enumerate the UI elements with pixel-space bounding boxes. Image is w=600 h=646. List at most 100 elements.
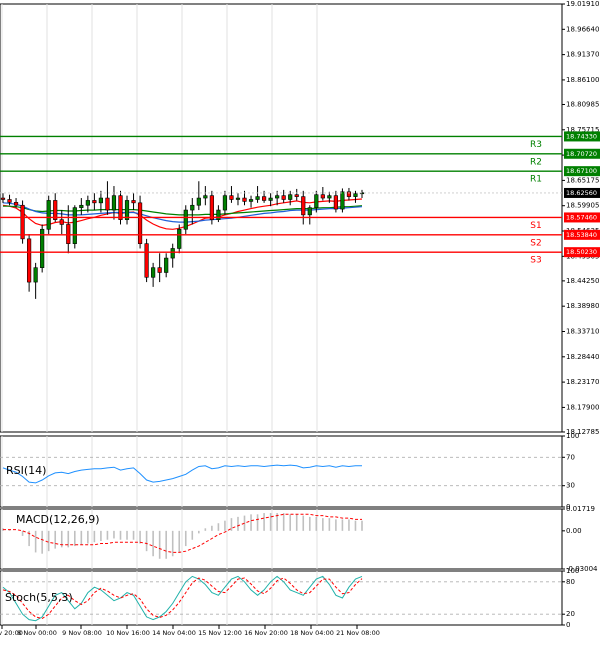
candle-body [111,195,117,211]
rsi-panel: 10070300RSI(14) [0,432,579,511]
x-tick-label: 16 Nov 20:00 [244,629,288,637]
candle-body [190,204,195,211]
stoch-ytick-label: 0 [566,621,570,629]
candle-body [261,196,267,201]
candle-body [105,197,110,211]
candle-body [327,195,332,199]
rsi-ytick-label: 100 [566,432,579,440]
candle-body [170,248,175,259]
x-tick-label: 18 Nov 04:00 [290,629,334,637]
x-tick-label: 10 Nov 16:00 [106,629,150,637]
candle-body [314,194,319,208]
x-tick-label: 21 Nov 08:00 [336,629,380,637]
candle-body [216,209,221,220]
price-ytick-label: 18.38980 [566,302,599,310]
candle-body [255,196,260,200]
price-ytick-label: 18.17900 [566,403,599,411]
price-ytick-label: 18.80985 [566,100,599,108]
pivot-level-tag-text: 18.74330 [566,132,597,140]
price-ytick-label: 19.01910 [566,0,599,8]
rsi-title: RSI(14) [6,464,46,477]
pivot-level-label: S3 [530,256,541,266]
x-tick-label: 9 Nov 08:00 [62,629,102,637]
candle-body [275,195,280,199]
price-ytick-label: 18.59905 [566,202,599,210]
pivot-level-label: S1 [530,221,541,231]
candle-body [79,204,84,208]
candle-body [144,243,149,278]
candle-body [196,197,201,206]
candle-body [131,200,136,204]
price-ytick-label: 18.91370 [566,51,599,59]
candle-body [85,200,90,206]
x-tick-label: 8 Nov 00:00 [17,629,57,637]
candle-body [235,197,241,200]
price-ytick-label: 18.96640 [566,25,599,33]
rsi-frame [0,435,563,508]
candle-body [157,267,162,273]
candle-body [13,202,19,206]
candle-body [353,193,358,197]
macd-title: MACD(12,26,9) [16,513,100,526]
pivot-level-tag-text: 18.70720 [566,150,597,158]
price-ytick-label: 18.33710 [566,327,599,335]
candle-body [340,191,345,210]
stoch-ytick-label: 80 [566,578,575,586]
candle-body [118,195,123,220]
candle-body [242,197,247,202]
candle-body [307,207,312,216]
candle-body [177,228,182,249]
candle-body [72,207,77,244]
pivot-level-tag-text: 18.57460 [566,213,597,221]
candle-body [151,267,156,278]
candle-body [20,204,25,240]
x-tick-label: 14 Nov 04:00 [152,629,196,637]
pivot-level-label: S2 [530,238,541,248]
candle-body [92,200,97,204]
macd-ytick-label: 0.00 [566,527,582,535]
x-axis: 7 Nov 20:008 Nov 00:009 Nov 08:0010 Nov … [0,625,380,637]
candle-body [281,195,286,200]
price-ytick-label: 18.23170 [566,378,599,386]
candle-body [229,195,234,200]
candle-body [333,195,338,210]
pivot-level-label: R2 [530,157,542,167]
rsi-ytick-label: 30 [566,482,575,490]
candle-body [33,267,38,283]
candle-body [59,219,64,225]
candle-body [294,194,299,197]
price-ytick-label: 18.65175 [566,176,599,184]
price-ytick-label: 18.28440 [566,353,599,361]
macd-panel: 0.017190.00-0.03004MACD(12,26,9) [0,505,598,573]
candle-body [346,191,352,197]
candle-body [320,194,325,199]
pivot-level-tag-text: 18.53840 [566,231,597,239]
candle-body [0,197,6,200]
pivot-level-tag-text: 18.50230 [566,248,597,256]
stoch-ytick-label: 20 [566,610,575,618]
macd-ytick-label: 0.01719 [566,505,595,513]
pivot-level-tag-text: 18.67100 [566,167,597,175]
price-ytick-label: 18.44250 [566,277,599,285]
candle-body [301,196,306,216]
candle-body [137,202,143,244]
candle-body [209,195,214,220]
current-price-tag-text: 18.62560 [566,189,597,197]
candle-body [203,195,208,199]
candle-body [164,257,169,273]
price-ytick-label: 18.86100 [566,76,599,84]
candle-body [7,199,12,203]
candle-body [268,197,273,201]
price-panel: 19.01910 18.96640 18.91370 18.86100 18.80985… [0,0,600,436]
rsi-ytick-label: 70 [566,453,575,461]
candle-body [98,197,104,204]
pivot-level-label: R1 [530,175,542,185]
candle-body [288,194,293,200]
candle-body [66,224,71,244]
stoch-ytick-label: 100 [566,567,579,575]
candle-body [27,238,32,283]
pivot-level-label: R3 [530,140,542,150]
stoch-title: Stoch(5,5,3) [5,591,73,604]
stoch-panel: 100 80 20 0 Stoch(5,5,3) [0,567,579,629]
chart-root: 19.01910 18.96640 18.91370 18.86100 18.80985… [0,0,600,642]
